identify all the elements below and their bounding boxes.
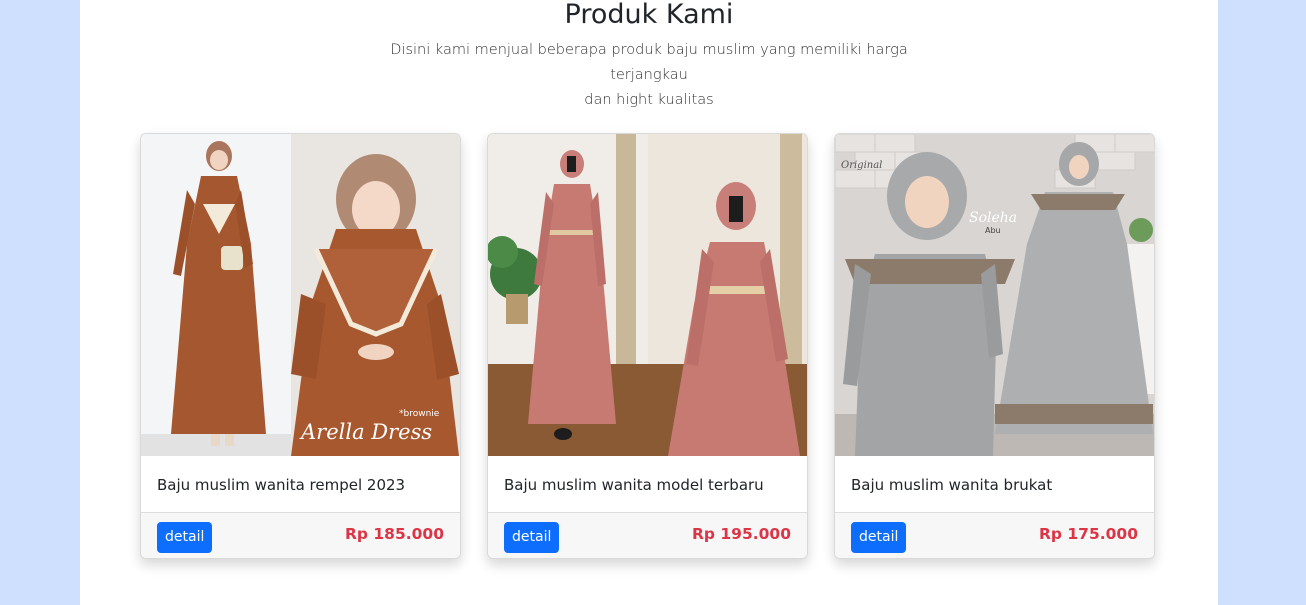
- product-name: Baju muslim wanita brukat: [851, 476, 1053, 494]
- subtitle-line-2: dan hight kualitas: [584, 92, 714, 108]
- product-card: Baju muslim wanita model terbaru detail …: [487, 133, 808, 559]
- image-color: Abu: [985, 226, 1001, 235]
- product-card: Original Soleha Abu Baju muslim wanita b…: [834, 133, 1155, 559]
- subtitle-line-1: Disini kami menjual beberapa produk baju…: [390, 42, 908, 83]
- image-caption: Soleha: [969, 210, 1017, 226]
- product-name: Baju muslim wanita rempel 2023: [157, 476, 406, 494]
- card-footer: detail Rp 195.000: [488, 512, 807, 558]
- product-image[interactable]: Arella Dress *brownie: [141, 134, 460, 456]
- product-image[interactable]: [488, 134, 807, 456]
- product-price: Rp 185.000: [344, 525, 444, 543]
- detail-button[interactable]: detail: [504, 522, 560, 553]
- product-price: Rp 175.000: [1038, 525, 1138, 543]
- card-footer: detail Rp 185.000: [141, 512, 460, 558]
- product-image[interactable]: Original Soleha Abu: [835, 134, 1154, 456]
- image-tag: Original: [841, 160, 882, 171]
- section-subtitle: Disini kami menjual beberapa produk baju…: [360, 38, 938, 113]
- products-section: Produk Kami Disini kami menjual beberapa…: [80, 0, 1218, 605]
- detail-button[interactable]: detail: [851, 522, 907, 553]
- section-title: Produk Kami: [564, 0, 734, 30]
- product-price: Rp 195.000: [691, 525, 791, 543]
- card-footer: detail Rp 175.000: [835, 512, 1154, 558]
- product-name: Baju muslim wanita model terbaru: [504, 476, 764, 494]
- detail-button[interactable]: detail: [157, 522, 213, 553]
- image-caption: Arella Dress: [299, 420, 432, 444]
- product-card: Arella Dress *brownie Baju muslim wanita…: [140, 133, 461, 559]
- image-tag: *brownie: [399, 409, 440, 419]
